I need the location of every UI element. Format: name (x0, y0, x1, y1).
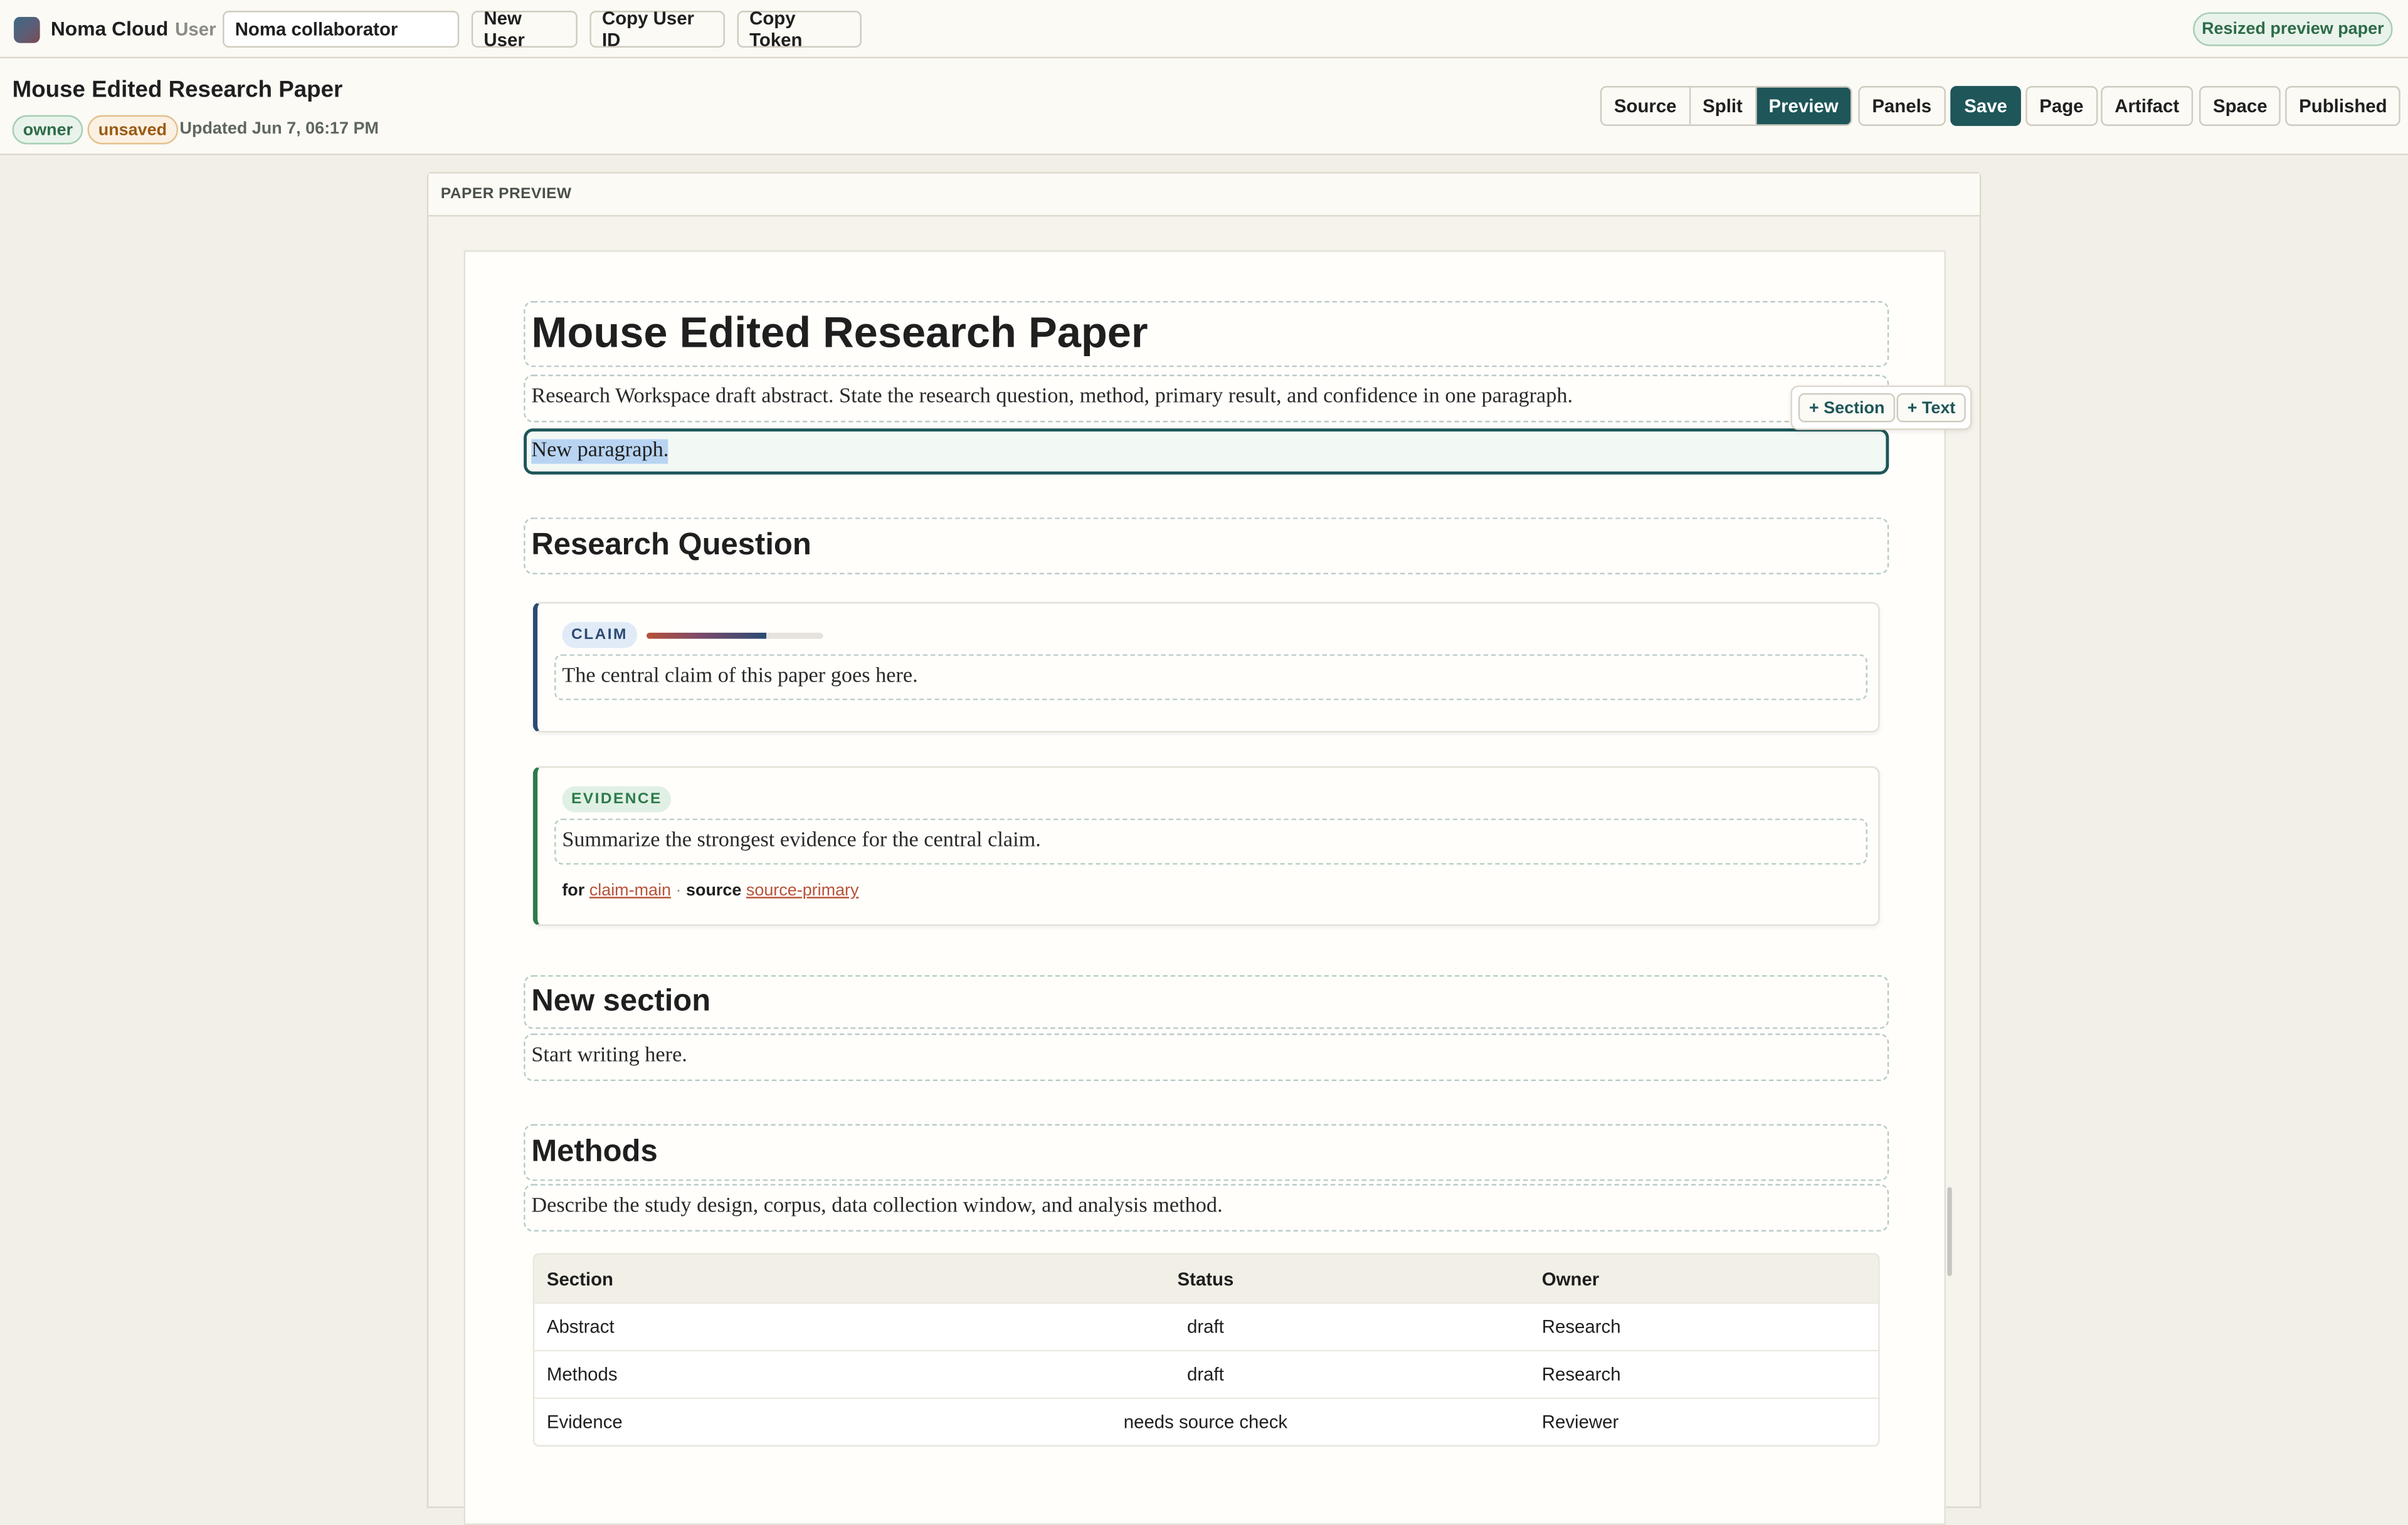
table-header-section: Section (546, 1267, 613, 1289)
published-button[interactable]: Published (2285, 86, 2401, 126)
table-cell: needs source check (1123, 1411, 1288, 1433)
save-button[interactable]: Save (1950, 86, 2021, 126)
new-paragraph-block[interactable]: New paragraph. (524, 428, 1889, 475)
table-row: Abstract draft Research (534, 1302, 1879, 1350)
for-label: for (562, 881, 585, 900)
split-view-button[interactable]: Split (1690, 87, 1756, 125)
research-question-heading: Research Question (531, 528, 811, 562)
source-label: source (686, 881, 742, 900)
claim-text: The central claim of this paper goes her… (562, 665, 918, 689)
methods-heading: Methods (531, 1134, 658, 1169)
claim-card: CLAIM The central claim of this paper go… (532, 602, 1880, 733)
methods-text: Describe the study design, corpus, data … (531, 1195, 1223, 1218)
start-writing-block[interactable]: Start writing here. (524, 1033, 1889, 1082)
add-text-button[interactable]: + Text (1896, 393, 1967, 423)
preview-scrollbar[interactable] (1947, 1187, 1952, 1277)
copy-token-button[interactable]: Copy Token (737, 8, 862, 51)
space-button[interactable]: Space (2199, 86, 2281, 126)
evidence-chip: EVIDENCE (562, 786, 672, 813)
user-label: User (175, 18, 216, 40)
table-header-owner: Owner (1541, 1267, 1600, 1289)
confidence-bar (647, 632, 823, 639)
evidence-text-block[interactable]: Summarize the strongest evidence for the… (554, 818, 1867, 865)
claim-text-block[interactable]: The central claim of this paper goes her… (554, 654, 1867, 700)
methods-heading-block[interactable]: Methods (524, 1124, 1889, 1181)
status-table: Section Status Owner Abstract draft Rese… (532, 1253, 1880, 1447)
app-logo-icon (14, 16, 40, 43)
selected-paragraph-text[interactable]: New paragraph. (531, 439, 669, 464)
paper-page: Mouse Edited Research Paper Research Wor… (463, 250, 1972, 1525)
insert-menu: + Section + Text (1790, 385, 1972, 430)
table-cell: Evidence (546, 1411, 623, 1433)
app-name: Noma Cloud (50, 16, 169, 40)
status-pill: Resized preview paper (2193, 12, 2393, 46)
paper-title: Mouse Edited Research Paper (531, 309, 1148, 357)
new-section-heading-block[interactable]: New section (524, 975, 1889, 1029)
evidence-card: EVIDENCE Summarize the strongest evidenc… (532, 766, 1880, 926)
table-row: Evidence needs source check Reviewer (534, 1397, 1879, 1445)
owner-badge: owner (12, 115, 84, 145)
table-cell: Research (1541, 1316, 1621, 1338)
methods-text-block[interactable]: Describe the study design, corpus, data … (524, 1184, 1889, 1232)
table-cell: Methods (546, 1363, 618, 1385)
abstract-text: Research Workspace draft abstract. State… (531, 385, 1573, 409)
table-header-row: Section Status Owner (534, 1254, 1879, 1302)
abstract-block[interactable]: Research Workspace draft abstract. State… (524, 374, 1889, 423)
table-cell: Abstract (546, 1316, 615, 1338)
separator: · (675, 881, 682, 900)
paper-preview-panel: PAPER PREVIEW Mouse Edited Research Pape… (426, 172, 1982, 1525)
paper-title-block[interactable]: Mouse Edited Research Paper (524, 301, 1889, 367)
table-cell: draft (1187, 1363, 1224, 1385)
research-question-heading-block[interactable]: Research Question (524, 517, 1889, 574)
table-cell: draft (1187, 1316, 1224, 1338)
artifact-button[interactable]: Artifact (2101, 86, 2194, 126)
unsaved-badge: unsaved (87, 115, 178, 145)
table-cell: Reviewer (1541, 1411, 1619, 1433)
copy-user-id-button[interactable]: Copy User ID (589, 8, 725, 51)
table-header-status: Status (1177, 1267, 1234, 1289)
confidence-bar-fill (647, 632, 767, 639)
add-section-button[interactable]: + Section (1798, 393, 1896, 423)
top-bar: Noma Cloud User New User Copy User ID Co… (0, 0, 2408, 59)
table-row: Methods draft Research (534, 1349, 1879, 1398)
evidence-links: for claim-main · source source-primary (562, 882, 858, 900)
updated-timestamp: Updated Jun 7, 06:17 PM (179, 120, 379, 139)
panel-heading: PAPER PREVIEW (428, 173, 1980, 217)
source-view-button[interactable]: Source (1602, 87, 1691, 125)
claim-main-link[interactable]: claim-main (589, 882, 671, 900)
source-primary-link[interactable]: source-primary (746, 882, 859, 900)
evidence-text: Summarize the strongest evidence for the… (562, 829, 1041, 853)
view-mode-toggle: Source Split Preview (1600, 86, 1852, 126)
start-writing-text: Start writing here. (531, 1044, 687, 1068)
page-button[interactable]: Page (2025, 86, 2098, 126)
preview-view-button[interactable]: Preview (1756, 87, 1851, 125)
panels-button[interactable]: Panels (1858, 86, 1946, 126)
new-section-heading: New section (531, 984, 711, 1018)
new-user-button[interactable]: New User (471, 8, 578, 51)
table-cell: Research (1541, 1363, 1621, 1385)
claim-chip: CLAIM (562, 621, 637, 648)
user-input[interactable] (223, 11, 460, 48)
document-title: Mouse Edited Research Paper (12, 77, 343, 103)
